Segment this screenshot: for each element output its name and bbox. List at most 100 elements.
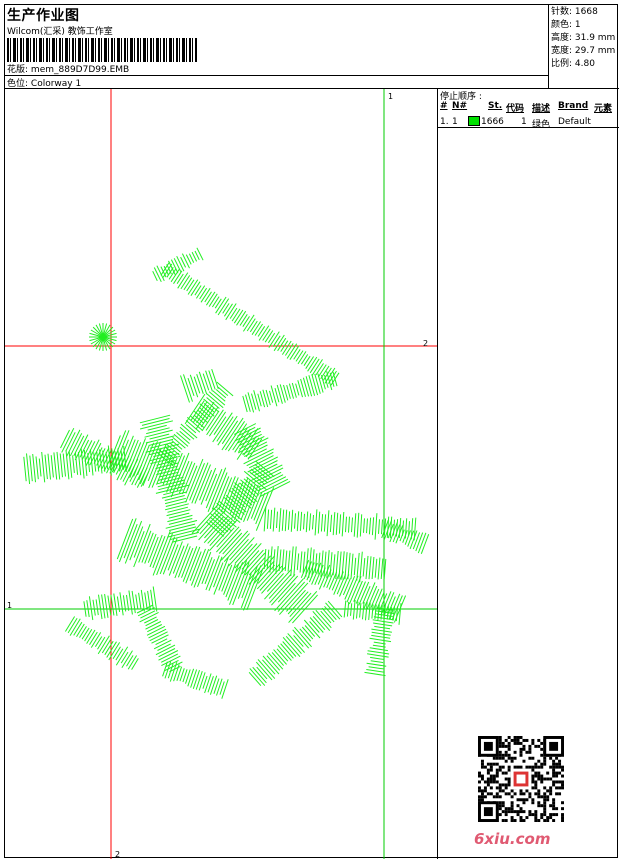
qr-module [507, 783, 511, 787]
qr-module [480, 789, 484, 793]
stitch [284, 343, 294, 356]
qr-module [498, 741, 502, 745]
stitch [220, 530, 249, 561]
stitch [362, 558, 366, 577]
qr-module [531, 765, 535, 769]
qr-module [522, 747, 526, 751]
stitch [276, 511, 278, 529]
qr-module [513, 819, 517, 822]
stitch [329, 514, 333, 533]
qr-module [531, 780, 535, 784]
stitch [296, 553, 300, 571]
qr-module [546, 777, 550, 781]
stitch [26, 453, 31, 485]
stitch [208, 370, 216, 390]
qr-module [480, 795, 484, 799]
stitch [255, 661, 273, 681]
qr-module [498, 786, 502, 790]
qr-module [534, 792, 538, 796]
qr-module [498, 789, 502, 793]
stitch [335, 512, 339, 535]
stitch [29, 455, 33, 482]
qr-module [552, 801, 556, 805]
stitch [176, 273, 184, 284]
stitch [125, 439, 139, 472]
qr-module [555, 756, 559, 760]
stitch [104, 594, 109, 618]
stitch [104, 640, 114, 656]
stitch [195, 671, 203, 690]
stitch [223, 563, 236, 595]
stitch [181, 547, 194, 578]
color-value: Colorway 1 [30, 79, 82, 89]
stitch [101, 594, 106, 619]
stitch [246, 318, 256, 332]
stitch [145, 619, 159, 627]
qr-module [537, 738, 541, 742]
stitch [368, 517, 372, 535]
stitch [88, 596, 94, 621]
stitch [170, 269, 180, 283]
qr-module [540, 774, 544, 778]
stitch [194, 285, 202, 296]
qr-module [510, 816, 514, 820]
qr-module [495, 786, 499, 790]
qr-module [489, 777, 493, 781]
qr-module [561, 801, 564, 805]
stitch [92, 599, 96, 616]
stitch [369, 647, 388, 652]
stitch [205, 410, 220, 431]
design-canvas: 1 2 1 2 [5, 89, 437, 859]
stitch [156, 265, 165, 282]
qr-module [495, 771, 499, 775]
qr-module [510, 759, 514, 763]
qr-module [519, 789, 523, 793]
qr-module [555, 780, 559, 784]
stitch [373, 622, 393, 627]
stitch [325, 602, 341, 620]
qr-module [528, 813, 532, 817]
stitch [38, 458, 42, 477]
stitch [268, 652, 284, 670]
qr-module [543, 813, 547, 817]
qr-module [546, 816, 550, 820]
qr-module [543, 777, 547, 781]
qr-module [486, 777, 490, 781]
qr-module [507, 747, 511, 751]
qr-module [519, 807, 523, 811]
qr-module [561, 816, 564, 820]
stitch [145, 621, 162, 630]
specs-panel: 针数: 1668 颜色: 1 高度: 31.9 mm 宽度: 29.7 mm 比… [549, 5, 619, 89]
stitch [366, 669, 385, 673]
qr-module [486, 783, 490, 787]
stitch [216, 678, 223, 696]
guide-label-top: 1 [388, 92, 393, 101]
stitch [303, 619, 321, 639]
stitch [371, 634, 391, 639]
qr-module [534, 816, 538, 820]
stitch [113, 593, 118, 616]
qr-module [483, 786, 487, 790]
stitch [204, 673, 212, 694]
stitch [187, 668, 195, 687]
qr-module [478, 795, 481, 799]
col-code: 代码 [506, 104, 525, 114]
qr-module [498, 783, 502, 787]
page-title: 生产作业图 [7, 8, 80, 24]
stitch [308, 513, 312, 531]
stitch [199, 287, 208, 300]
stitch [146, 427, 170, 435]
qr-module [498, 736, 502, 739]
stitch [115, 648, 124, 661]
qr-module [498, 744, 502, 748]
stitch [199, 469, 213, 501]
qr-module [534, 771, 538, 775]
stitch [277, 337, 287, 352]
stitch [126, 655, 134, 667]
qr-module [537, 744, 541, 748]
stitch [148, 438, 174, 446]
qr-module [552, 819, 556, 822]
stitch [47, 453, 51, 480]
stitch [149, 534, 163, 568]
stitch [76, 623, 85, 638]
